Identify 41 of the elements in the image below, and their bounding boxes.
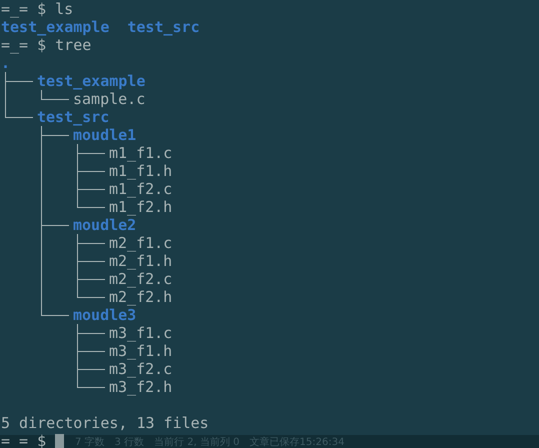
file-name: m3_f1.h (109, 342, 172, 360)
tree-connector (77, 342, 105, 360)
tree-connector (41, 216, 69, 234)
file-name: m2_f2.h (109, 288, 172, 306)
command-text: ls (55, 0, 74, 18)
file-name: m2_f1.h (109, 252, 172, 270)
file-name: m2_f1.c (109, 234, 172, 252)
directory-name: moudle3 (73, 306, 136, 324)
tree-connector (77, 162, 105, 180)
directory-name: test_src (127, 18, 200, 36)
shell-prompt: =_= $ (1, 432, 46, 448)
shell-prompt: =_= $ (1, 0, 46, 18)
tree-connector (5, 108, 33, 118)
summary-text: 5 directories, 13 files (1, 414, 209, 432)
file-name: m1_f1.h (109, 162, 172, 180)
tree-connector (77, 144, 105, 162)
command-text: tree (55, 36, 92, 54)
tree-connector (41, 126, 69, 144)
directory-name: moudle2 (73, 216, 136, 234)
file-name: m2_f2.c (109, 270, 172, 288)
file-name: m3_f2.c (109, 360, 172, 378)
tree-root: . (1, 54, 10, 72)
shell-prompt: =_= $ (1, 36, 46, 54)
file-name: m1_f2.h (109, 198, 172, 216)
file-name: m3_f1.c (109, 324, 172, 342)
tree-connector (77, 324, 105, 342)
directory-name: test_example (1, 18, 110, 36)
file-name: m1_f2.c (109, 180, 172, 198)
tree-connector (77, 252, 105, 270)
directory-name: moudle1 (73, 126, 136, 144)
tree-connector (5, 72, 33, 90)
directory-name: test_src (37, 108, 110, 126)
directory-name: test_example (37, 72, 146, 90)
tree-line (5, 90, 6, 108)
text-cursor (55, 434, 64, 448)
file-name: m1_f1.c (109, 144, 172, 162)
file-name: m3_f2.h (109, 378, 172, 396)
tree-connector (41, 90, 69, 100)
tree-connector (77, 234, 105, 252)
file-name: sample.c (73, 90, 146, 108)
tree-connector (41, 306, 69, 316)
